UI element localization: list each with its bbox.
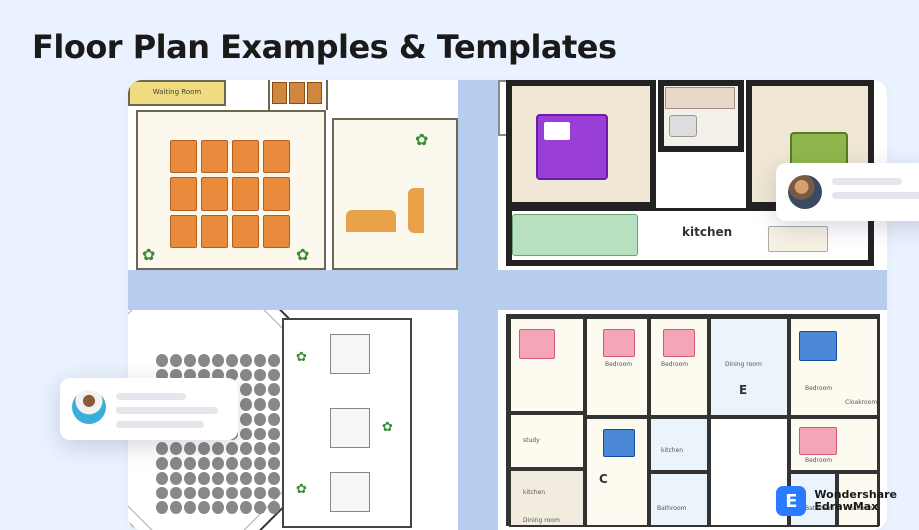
- desk-cluster: [170, 140, 290, 248]
- sofa-side: [408, 188, 424, 233]
- author-card: [60, 378, 238, 440]
- dining-table: [768, 226, 828, 252]
- waiting-label: Waiting Room: [130, 82, 224, 96]
- page-title: Floor Plan Examples & Templates: [0, 0, 919, 84]
- room-label: Dining room: [523, 517, 560, 524]
- plant-icon: ✿: [296, 350, 308, 362]
- section-letter: E: [739, 383, 747, 397]
- sink: [669, 115, 697, 137]
- sofa: [346, 210, 396, 232]
- avatar: [788, 175, 822, 209]
- brand-logo-icon: E: [776, 486, 806, 516]
- bed-purple: [536, 114, 608, 180]
- bed-icon: [603, 429, 635, 457]
- section-letter: C: [599, 472, 608, 486]
- room-waiting: Waiting Room: [128, 80, 226, 106]
- room-label: study: [523, 437, 540, 444]
- cubicle: [330, 334, 370, 374]
- author-text-placeholder: [116, 390, 218, 428]
- room-label: Dining room: [725, 361, 762, 368]
- author-card: [776, 163, 919, 221]
- divider-vertical: [458, 80, 498, 530]
- bed-icon: [603, 329, 635, 357]
- brand-badge: E Wondershare EdrawMax: [776, 486, 897, 516]
- room-label: Bedroom: [605, 361, 632, 368]
- room-label: Bedroom: [805, 385, 832, 392]
- doors: [272, 82, 322, 104]
- kitchen-label: kitchen: [682, 225, 732, 239]
- bathtub: [665, 87, 735, 109]
- divider-horizontal: [128, 270, 887, 310]
- template-gallery: Waiting Room ✿ ✿ ✿ kitchen: [128, 80, 887, 530]
- narrow-office: ✿ ✿ ✿: [282, 318, 412, 528]
- avatar: [72, 390, 106, 424]
- room-label: kitchen: [523, 489, 545, 496]
- kitchen-counter: [512, 214, 638, 256]
- room-label: kitchen: [661, 447, 683, 454]
- plant-icon: ✿: [415, 130, 429, 144]
- bed-icon: [663, 329, 695, 357]
- room-label: Bedroom: [661, 361, 688, 368]
- cubicle: [330, 408, 370, 448]
- bed-icon: [799, 331, 837, 361]
- cubicle: [330, 472, 370, 512]
- brand-line-2: EdrawMax: [814, 501, 897, 513]
- room-label: Bedroom: [805, 457, 832, 464]
- bed-icon: [519, 329, 555, 359]
- room-label: Cloakroom: [845, 399, 877, 406]
- plant-icon: ✿: [382, 420, 394, 432]
- bathroom-fixtures: [663, 85, 739, 145]
- room-label: Bathroom: [657, 505, 686, 512]
- plant-icon: ✿: [142, 245, 156, 259]
- author-text-placeholder: [832, 175, 919, 199]
- plant-icon: ✿: [296, 245, 310, 259]
- unit: [649, 417, 709, 472]
- unit: [509, 413, 585, 469]
- unit: [649, 472, 709, 527]
- floorplan-office[interactable]: Waiting Room ✿ ✿ ✿: [128, 80, 458, 270]
- side-office: [332, 118, 458, 270]
- bed-icon: [799, 427, 837, 455]
- plant-icon: ✿: [296, 482, 308, 494]
